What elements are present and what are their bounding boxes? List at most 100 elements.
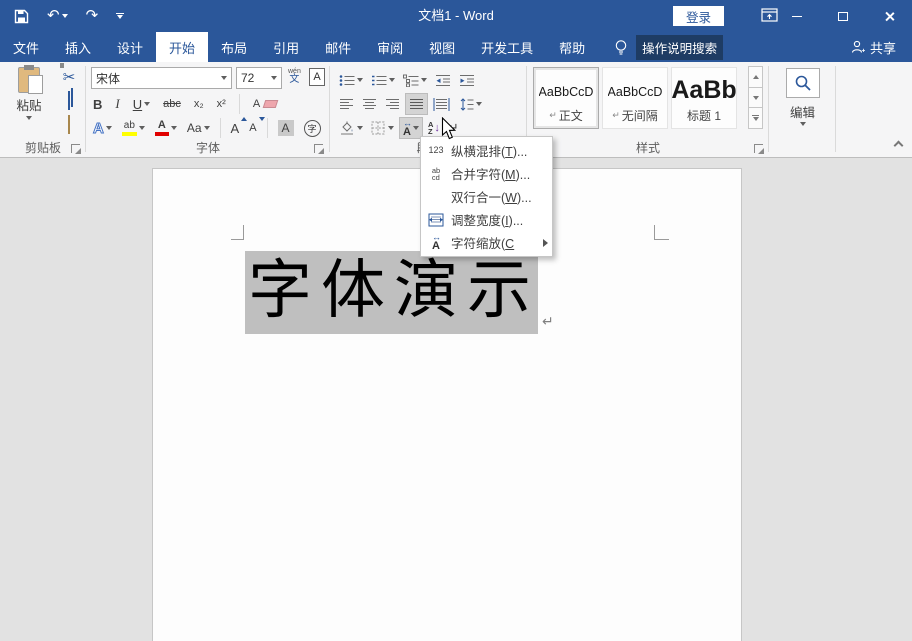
chevron-down-icon[interactable] <box>271 76 277 80</box>
character-border-button[interactable]: A <box>309 68 325 86</box>
tab-review[interactable]: 审阅 <box>364 32 416 62</box>
distribute-button[interactable] <box>430 93 453 115</box>
maximize-button[interactable] <box>820 0 866 32</box>
text-effects-button[interactable]: A <box>90 117 115 139</box>
tab-mailings[interactable]: 邮件 <box>312 32 364 62</box>
italic-button[interactable]: I <box>112 93 122 115</box>
font-dialog-launcher[interactable] <box>314 144 323 153</box>
style-no-spacing[interactable]: AaBbCcD ↵无间隔 <box>602 67 668 129</box>
highlight-color-button[interactable]: ab <box>119 117 148 139</box>
change-case-button[interactable]: Aa <box>184 117 213 139</box>
minimize-button[interactable] <box>774 0 820 32</box>
copy-button[interactable] <box>68 92 70 110</box>
style-heading1[interactable]: AaBb 标题 1 <box>671 67 737 129</box>
menu-item-two-lines-in-one[interactable]: 双行合一(W)... <box>421 185 552 208</box>
chevron-down-icon[interactable] <box>144 102 150 106</box>
tab-home-active[interactable]: 开始 <box>156 32 208 62</box>
chevron-down-icon[interactable] <box>413 126 419 130</box>
align-center-icon <box>362 98 377 111</box>
chevron-down-icon[interactable] <box>389 78 395 82</box>
subscript-button[interactable]: x₂ <box>191 93 207 115</box>
cut-button[interactable]: ✂ <box>63 68 76 86</box>
tab-file[interactable]: 文件 <box>0 32 52 62</box>
tab-help[interactable]: 帮助 <box>546 32 598 62</box>
enclose-characters-button[interactable]: 字 <box>301 117 324 139</box>
chevron-down-icon[interactable] <box>106 126 112 130</box>
menu-item-combine-characters[interactable]: abcd 合并字符(M)... <box>421 162 552 185</box>
collapse-ribbon-button[interactable] <box>894 141 904 151</box>
font-name-combobox[interactable]: 宋体 <box>91 67 232 89</box>
styles-group: AaBbCcD ↵正文 AaBbCcD ↵无间隔 AaBb 标题 1 样式 <box>527 62 769 158</box>
style-scroll-up-button[interactable] <box>748 66 763 88</box>
justify-button[interactable] <box>405 93 428 115</box>
character-border-icon: A <box>309 68 325 86</box>
find-button[interactable] <box>786 68 820 98</box>
chevron-down-icon[interactable] <box>171 126 177 130</box>
decrease-indent-button[interactable] <box>432 69 454 91</box>
chevron-down-icon[interactable] <box>221 76 227 80</box>
tab-design[interactable]: 设计 <box>104 32 156 62</box>
tell-me-search-input[interactable]: 操作说明搜索 <box>636 35 723 60</box>
align-center-button[interactable] <box>359 93 380 115</box>
bullets-button[interactable] <box>336 69 366 91</box>
phonetic-guide-button[interactable]: wén 文 <box>288 68 301 85</box>
chevron-down-icon[interactable] <box>421 78 427 82</box>
underline-button[interactable]: U <box>130 93 153 115</box>
menu-item-adjust-width[interactable]: 调整宽度(I)... <box>421 208 552 231</box>
editing-dropdown-icon[interactable] <box>800 122 806 126</box>
borders-button[interactable] <box>368 117 397 139</box>
style-preview: AaBbCcD <box>608 85 663 99</box>
submenu-arrow-icon <box>543 239 548 247</box>
combine-characters-icon: abcd <box>421 167 451 181</box>
paste-dropdown-icon[interactable] <box>26 116 32 120</box>
font-size-combobox[interactable]: 72 <box>236 67 282 89</box>
tab-references[interactable]: 引用 <box>260 32 312 62</box>
selected-text[interactable]: 字体演示 <box>245 251 538 334</box>
up-triangle-icon <box>753 75 759 79</box>
share-button[interactable]: 共享 <box>851 32 896 62</box>
tab-insert[interactable]: 插入 <box>52 32 104 62</box>
paste-button[interactable]: 粘贴 <box>6 67 52 139</box>
close-button[interactable] <box>866 0 912 32</box>
font-color-button[interactable]: A <box>152 117 180 139</box>
grow-font-button[interactable]: A <box>228 117 243 139</box>
increase-indent-icon <box>459 74 475 87</box>
shrink-font-button[interactable]: A <box>246 117 259 139</box>
lightbulb-icon <box>614 39 628 56</box>
style-gallery-more-button[interactable] <box>748 107 763 129</box>
bold-button[interactable]: B <box>90 93 105 115</box>
font-group-label: 字体 <box>86 139 330 156</box>
increase-indent-button[interactable] <box>456 69 478 91</box>
style-scroll-down-button[interactable] <box>748 87 763 109</box>
menu-item-horizontal-in-vertical[interactable]: 123 纵横混排(T)... <box>421 139 552 162</box>
style-name: 无间隔 <box>622 107 658 124</box>
menu-item-character-scaling[interactable]: ↔A 字符缩放(C <box>421 231 552 254</box>
chevron-down-icon[interactable] <box>357 78 363 82</box>
clipboard-dialog-launcher[interactable] <box>71 144 80 153</box>
superscript-button[interactable]: x² <box>214 93 229 115</box>
strikethrough-button[interactable]: abc <box>160 93 184 115</box>
styles-dialog-launcher[interactable] <box>754 144 763 153</box>
tab-layout[interactable]: 布局 <box>208 32 260 62</box>
style-normal[interactable]: AaBbCcD ↵正文 <box>533 67 599 129</box>
numbering-button[interactable] <box>368 69 398 91</box>
shading-button[interactable] <box>336 117 366 139</box>
chevron-down-icon[interactable] <box>388 126 394 130</box>
align-right-button[interactable] <box>382 93 403 115</box>
chevron-down-icon[interactable] <box>204 126 210 130</box>
character-shading-button[interactable]: A <box>275 117 297 139</box>
tab-view[interactable]: 视图 <box>416 32 468 62</box>
shrink-font-label: A <box>249 122 256 134</box>
clear-formatting-button[interactable]: A <box>250 93 280 115</box>
tab-developer[interactable]: 开发工具 <box>468 32 546 62</box>
multilevel-list-button[interactable] <box>400 69 430 91</box>
align-left-button[interactable] <box>336 93 357 115</box>
window-controls <box>774 0 912 32</box>
chevron-down-icon[interactable] <box>357 126 363 130</box>
decrease-indent-icon <box>435 74 451 87</box>
line-spacing-button[interactable] <box>455 93 485 115</box>
chevron-down-icon[interactable] <box>139 126 145 130</box>
format-painter-button[interactable] <box>68 116 70 134</box>
sign-in-button[interactable]: 登录 <box>673 6 724 26</box>
chevron-down-icon[interactable] <box>476 102 482 106</box>
